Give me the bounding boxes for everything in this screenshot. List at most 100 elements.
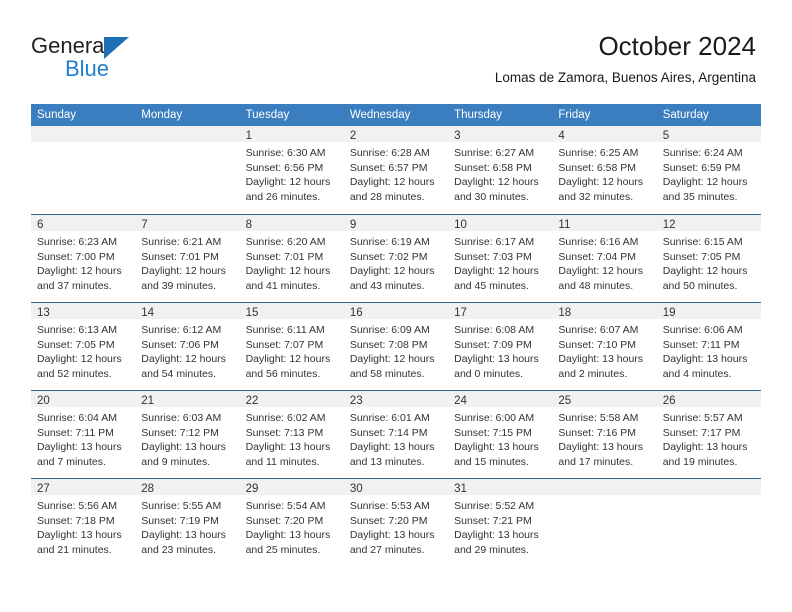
day-number-band: 22 (239, 391, 344, 407)
day-number-band: 16 (343, 303, 449, 319)
sun-info-line: Daylight: 13 hours (349, 529, 435, 542)
sun-info-line: Sunset: 6:59 PM (662, 161, 741, 174)
calendar-day-cell[interactable]: 29 Sunrise: 5:54 AM Sunset: 7:20 PM Dayligh… (239, 479, 344, 566)
calendar-day-cell[interactable]: 9 Sunrise: 6:19 AM Sunset: 7:02 PM Daylight… (343, 215, 449, 302)
calendar-day-empty (656, 479, 761, 566)
general-blue-logo[interactable]: General Blue (31, 33, 231, 83)
day-number-band: 18 (552, 303, 657, 319)
calendar-day-cell[interactable]: 13 Sunrise: 6:13 AM Sunset: 7:05 PM Dayligh… (31, 303, 136, 390)
sun-info-line: Sunrise: 6:02 AM (245, 412, 326, 424)
sun-info-line: and 30 minutes. (454, 190, 529, 203)
sun-info-line: Sunset: 6:58 PM (454, 161, 532, 174)
sun-info-line: and 23 minutes. (141, 543, 216, 556)
sun-info-line: Sunset: 7:00 PM (37, 250, 115, 263)
calendar-day-cell[interactable]: 10 Sunrise: 6:17 AM Sunset: 7:03 PM Dayligh… (448, 215, 553, 302)
calendar-day-cell[interactable]: 24 Sunrise: 6:00 AM Sunset: 7:15 PM Dayligh… (448, 391, 553, 478)
sun-info-line: Daylight: 12 hours (454, 265, 539, 278)
sun-info-line: Daylight: 13 hours (141, 441, 226, 454)
sun-info-line: and 39 minutes. (141, 279, 216, 292)
day-number-band (135, 126, 240, 142)
day-sun-info: Sunrise: 6:27 AM Sunset: 6:58 PM Daylight:… (448, 142, 552, 204)
calendar-day-cell[interactable]: 18 Sunrise: 6:07 AM Sunset: 7:10 PM Dayligh… (552, 303, 657, 390)
day-number: 24 (454, 395, 467, 407)
calendar-day-cell[interactable]: 23 Sunrise: 6:01 AM Sunset: 7:14 PM Dayligh… (343, 391, 449, 478)
day-number: 15 (245, 307, 259, 319)
sun-info-line: Daylight: 12 hours (558, 265, 644, 278)
sun-info-line: Sunrise: 6:08 AM (454, 324, 535, 336)
calendar-day-cell[interactable]: 27 Sunrise: 5:56 AM Sunset: 7:18 PM Dayligh… (31, 479, 136, 566)
calendar-week-row: 27 Sunrise: 5:56 AM Sunset: 7:18 PM Dayligh… (31, 478, 761, 566)
day-number-band: 13 (31, 303, 136, 319)
day-sun-info: Sunrise: 6:28 AM Sunset: 6:57 PM Daylight:… (344, 142, 448, 204)
sun-info-line: Sunset: 7:09 PM (454, 338, 532, 351)
sun-info-line: Sunset: 7:10 PM (558, 338, 637, 351)
calendar-day-cell[interactable]: 26 Sunrise: 5:57 AM Sunset: 7:17 PM Dayligh… (656, 391, 761, 478)
sun-info-line: Sunset: 7:05 PM (662, 250, 741, 263)
calendar-week-row: 13 Sunrise: 6:13 AM Sunset: 7:05 PM Dayligh… (31, 302, 761, 390)
calendar-day-cell[interactable]: 8 Sunrise: 6:20 AM Sunset: 7:01 PM Daylight… (239, 215, 344, 302)
logo-text-blue: Blue (65, 56, 110, 81)
sun-info-line: Sunrise: 6:07 AM (558, 324, 639, 336)
calendar-day-cell[interactable]: 14 Sunrise: 6:12 AM Sunset: 7:06 PM Dayligh… (135, 303, 240, 390)
day-number-band: 21 (135, 391, 240, 407)
calendar-day-cell[interactable]: 4 Sunrise: 6:25 AM Sunset: 6:58 PM Daylight… (552, 126, 657, 214)
day-number-band: 2 (343, 126, 449, 142)
day-sun-info: Sunrise: 6:16 AM Sunset: 7:04 PM Daylight:… (552, 231, 656, 293)
calendar-day-cell[interactable]: 15 Sunrise: 6:11 AM Sunset: 7:07 PM Dayligh… (239, 303, 344, 390)
sun-info-line: Daylight: 12 hours (662, 265, 748, 278)
sun-info-line: Daylight: 13 hours (558, 353, 644, 366)
calendar-day-cell[interactable]: 30 Sunrise: 5:53 AM Sunset: 7:20 PM Dayligh… (343, 479, 449, 566)
calendar-day-cell[interactable]: 5 Sunrise: 6:24 AM Sunset: 6:59 PM Daylight… (656, 126, 761, 214)
calendar-day-cell[interactable]: 21 Sunrise: 6:03 AM Sunset: 7:12 PM Dayligh… (135, 391, 240, 478)
sun-info-line: Sunset: 7:03 PM (454, 250, 532, 263)
sun-info-line: Sunrise: 6:06 AM (662, 324, 743, 336)
sun-info-line: Sunrise: 6:23 AM (37, 236, 117, 248)
calendar-day-cell[interactable]: 12 Sunrise: 6:15 AM Sunset: 7:05 PM Dayligh… (656, 215, 761, 302)
sun-info-line: and 15 minutes. (454, 455, 529, 468)
calendar-day-cell[interactable]: 3 Sunrise: 6:27 AM Sunset: 6:58 PM Daylight… (448, 126, 553, 214)
sun-info-line: and 2 minutes. (558, 367, 628, 380)
calendar-day-cell[interactable]: 19 Sunrise: 6:06 AM Sunset: 7:11 PM Dayligh… (656, 303, 761, 390)
page-header: General Blue October 2024 Lomas de Zamor… (0, 0, 792, 100)
calendar-day-empty (31, 126, 136, 214)
calendar-day-cell[interactable]: 7 Sunrise: 6:21 AM Sunset: 7:01 PM Daylight… (135, 215, 240, 302)
sun-info-line: Daylight: 12 hours (245, 353, 331, 366)
sun-info-line: Daylight: 13 hours (245, 529, 331, 542)
day-sun-info (135, 142, 239, 146)
day-number: 8 (245, 219, 252, 231)
calendar-day-cell[interactable]: 22 Sunrise: 6:02 AM Sunset: 7:13 PM Dayligh… (239, 391, 344, 478)
day-number: 18 (558, 307, 572, 319)
sun-info-line: Sunset: 6:58 PM (558, 161, 637, 174)
day-number: 6 (37, 219, 44, 231)
day-sun-info: Sunrise: 6:00 AM Sunset: 7:15 PM Daylight:… (448, 407, 552, 469)
sun-info-line: and 50 minutes. (662, 279, 738, 292)
calendar-day-cell[interactable]: 6 Sunrise: 6:23 AM Sunset: 7:00 PM Daylight… (31, 215, 136, 302)
sun-info-line: Sunset: 6:56 PM (245, 161, 324, 174)
calendar-day-empty (135, 126, 240, 214)
weekday-header-thursday: Thursday (454, 109, 503, 121)
day-number: 2 (349, 130, 357, 142)
day-number-band: 3 (448, 126, 553, 142)
day-number: 31 (454, 483, 467, 495)
day-number-band: 23 (343, 391, 449, 407)
calendar-day-cell[interactable]: 28 Sunrise: 5:55 AM Sunset: 7:19 PM Dayligh… (135, 479, 240, 566)
calendar-day-cell[interactable]: 25 Sunrise: 5:58 AM Sunset: 7:16 PM Dayligh… (552, 391, 657, 478)
calendar-day-cell[interactable]: 11 Sunrise: 6:16 AM Sunset: 7:04 PM Dayligh… (552, 215, 657, 302)
calendar-day-cell[interactable]: 20 Sunrise: 6:04 AM Sunset: 7:11 PM Dayligh… (31, 391, 136, 478)
sun-info-line: Daylight: 13 hours (662, 353, 748, 366)
day-number-band (31, 126, 136, 142)
day-number-band: 15 (239, 303, 344, 319)
calendar-day-cell[interactable]: 1 Sunrise: 6:30 AM Sunset: 6:56 PM Daylight… (239, 126, 344, 214)
calendar-day-cell[interactable]: 31 Sunrise: 5:52 AM Sunset: 7:21 PM Dayligh… (448, 479, 553, 566)
calendar-day-cell[interactable]: 17 Sunrise: 6:08 AM Sunset: 7:09 PM Dayligh… (448, 303, 553, 390)
sun-info-line: Daylight: 12 hours (37, 353, 122, 366)
calendar-day-cell[interactable]: 16 Sunrise: 6:09 AM Sunset: 7:08 PM Dayligh… (343, 303, 449, 390)
day-sun-info: Sunrise: 6:15 AM Sunset: 7:05 PM Daylight:… (657, 231, 761, 293)
day-sun-info: Sunrise: 6:11 AM Sunset: 7:07 PM Daylight:… (240, 319, 344, 381)
sun-info-line: Daylight: 12 hours (454, 176, 539, 189)
sun-info-line: Sunset: 7:12 PM (141, 426, 219, 439)
day-number: 14 (141, 307, 155, 319)
calendar-day-cell[interactable]: 2 Sunrise: 6:28 AM Sunset: 6:57 PM Daylight… (343, 126, 449, 214)
sun-info-line: Daylight: 13 hours (454, 529, 539, 542)
sun-info-line: Daylight: 13 hours (141, 529, 226, 542)
